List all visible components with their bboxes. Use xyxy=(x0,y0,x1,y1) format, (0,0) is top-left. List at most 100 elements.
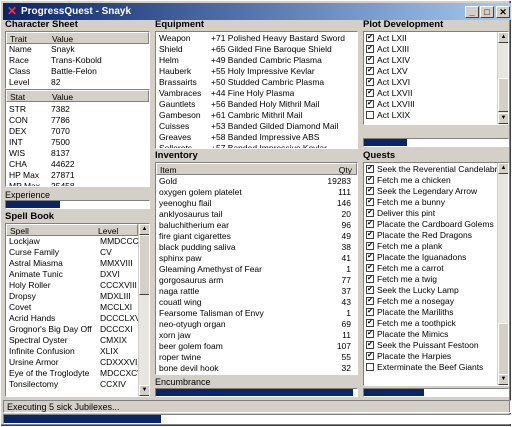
checkbox[interactable]: ✔ xyxy=(366,297,374,305)
qty-column-header[interactable]: Qty xyxy=(309,164,355,174)
table-row[interactable]: Grognor's Big Day Off DCCCXI xyxy=(6,324,138,335)
checkbox[interactable]: ✔ xyxy=(366,165,374,173)
spell-book-scrollbar[interactable]: ▲ ▼ xyxy=(138,224,149,396)
quest-item[interactable]: ✔ Seek the Lucky Lamp xyxy=(364,285,497,296)
table-row[interactable]: INT 7500 xyxy=(6,137,149,148)
quest-item[interactable]: ✔ Placate the Mariliths xyxy=(364,307,497,318)
list-item[interactable]: Greaves +58 Banded Impressive ABS xyxy=(156,132,357,143)
checkbox[interactable]: ✔ xyxy=(366,341,374,349)
table-row[interactable]: Dropsy MDXLIII xyxy=(6,291,138,302)
table-row[interactable]: fire giant cigarettes 49 xyxy=(156,231,357,242)
scroll-thumb[interactable] xyxy=(498,78,508,112)
table-row[interactable]: bone devil hook 32 xyxy=(156,363,357,374)
spell-column-header[interactable]: Spell xyxy=(7,225,95,235)
plot-scrollbar[interactable]: ▲ ▼ xyxy=(497,32,508,124)
level-column-header[interactable]: Level xyxy=(95,225,118,235)
checkbox[interactable] xyxy=(366,111,374,119)
list-item[interactable]: Brassairts +50 Studded Cambric Plasma xyxy=(156,77,357,88)
checkbox[interactable] xyxy=(366,363,374,371)
traits-table[interactable]: Trait Value Name Snayk Race Trans-Kobold Clas… xyxy=(5,31,150,89)
quest-item[interactable]: ✔ Fetch me a twig xyxy=(364,274,497,285)
table-row[interactable]: neo-otyugh organ 69 xyxy=(156,319,357,330)
list-item[interactable]: Gauntlets +56 Banded Holy Mithril Mail xyxy=(156,99,357,110)
quest-item[interactable]: ✔ Seek the Reverential Candelabra xyxy=(364,164,497,175)
list-item[interactable]: Vambraces +44 Fine Holy Plasma xyxy=(156,88,357,99)
table-row[interactable]: Tonsilectomy CCXIV xyxy=(6,379,138,390)
checkbox[interactable]: ✔ xyxy=(366,100,374,108)
table-row[interactable]: sphinx paw 41 xyxy=(156,253,357,264)
quest-item[interactable]: ✔ Deliver this pint xyxy=(364,208,497,219)
plot-act-item[interactable]: ✔ Act LXV xyxy=(364,66,497,77)
checkbox[interactable]: ✔ xyxy=(366,67,374,75)
table-row[interactable]: baluchitherium ear 96 xyxy=(156,220,357,231)
quest-item[interactable]: ✔ Placate the Red Dragons xyxy=(364,230,497,241)
plot-act-item[interactable]: Act LXIX xyxy=(364,110,497,121)
close-button[interactable]: ✕ xyxy=(496,6,510,18)
table-row[interactable]: WIS 8137 xyxy=(6,148,149,159)
checkbox[interactable]: ✔ xyxy=(366,89,374,97)
table-row[interactable]: Gold 19283 xyxy=(156,176,357,187)
quest-item[interactable]: ✔ Fetch me a carrot xyxy=(364,263,497,274)
trait-column-header[interactable]: Trait xyxy=(7,33,49,43)
list-item[interactable]: Gambeson +61 Cambric Mithril Mail xyxy=(156,110,357,121)
table-row[interactable]: couatl wing 43 xyxy=(156,297,357,308)
table-row[interactable]: Fearsome Talisman of Envy 1 xyxy=(156,308,357,319)
table-row[interactable]: roper twine 55 xyxy=(156,352,357,363)
table-row[interactable]: Infinite Confusion XLIX xyxy=(6,346,138,357)
checkbox[interactable]: ✔ xyxy=(366,34,374,42)
plot-act-list[interactable]: ✔ Act LXII ✔ Act LXIII ✔ Act LXIV ✔ Act LXV ✔ Act… xyxy=(363,31,509,125)
table-row[interactable]: Holy Roller CCCXVIII xyxy=(6,280,138,291)
minimize-button[interactable]: _ xyxy=(465,6,479,18)
scroll-down-button[interactable]: ▼ xyxy=(139,385,149,396)
plot-act-item[interactable]: ✔ Act LXVIII xyxy=(364,99,497,110)
checkbox[interactable]: ✔ xyxy=(366,330,374,338)
checkbox[interactable]: ✔ xyxy=(366,78,374,86)
stats-table[interactable]: Stat Value STR 7382 CON 7786 DEX 7070 INT 7500 WI… xyxy=(5,89,150,187)
table-row[interactable]: Spectral Oyster CMXIX xyxy=(6,335,138,346)
table-row[interactable]: CON 7786 xyxy=(6,115,149,126)
checkbox[interactable]: ✔ xyxy=(366,231,374,239)
table-row[interactable]: DEX 7070 xyxy=(6,126,149,137)
title-bar[interactable]: ✕ ProgressQuest - Snayk _ □ ✕ xyxy=(3,3,511,20)
equipment-list[interactable]: Weapon +71 Polished Heavy Bastard Sword Sh… xyxy=(155,31,358,149)
checkbox[interactable]: ✔ xyxy=(366,242,374,250)
table-row[interactable]: black pudding saliva 38 xyxy=(156,242,357,253)
table-row[interactable]: MP Max 25458 xyxy=(6,181,149,186)
checkbox[interactable]: ✔ xyxy=(366,319,374,327)
quest-item[interactable]: ✔ Fetch me a toothpick xyxy=(364,318,497,329)
table-row[interactable]: HP Max 27871 xyxy=(6,170,149,181)
table-row[interactable]: oxygen golem platelet 111 xyxy=(156,187,357,198)
list-item[interactable]: Helm +49 Banded Cambric Plasma xyxy=(156,55,357,66)
scroll-up-button[interactable]: ▲ xyxy=(498,163,508,174)
table-row[interactable]: gorgosaurus arm 77 xyxy=(156,275,357,286)
scroll-thumb[interactable] xyxy=(498,323,508,375)
plot-act-item[interactable]: ✔ Act LXIV xyxy=(364,55,497,66)
table-row[interactable]: Animate Tunic DXVI xyxy=(6,269,138,280)
plot-act-item[interactable]: ✔ Act LXII xyxy=(364,33,497,44)
table-row[interactable]: STR 7382 xyxy=(6,104,149,115)
table-row[interactable]: CHA 44622 xyxy=(6,159,149,170)
table-row[interactable]: Covet MCCLXI xyxy=(6,302,138,313)
table-row[interactable]: Class Battle-Felon xyxy=(6,66,149,77)
quest-item[interactable]: ✔ Placate the Cardboard Golems xyxy=(364,219,497,230)
inventory-table[interactable]: Item Qty Gold 19283 oxygen golem platelet 11… xyxy=(155,162,358,375)
quest-item[interactable]: ✔ Fetch me a chicken xyxy=(364,175,497,186)
checkbox[interactable]: ✔ xyxy=(366,56,374,64)
table-row[interactable]: tyranosaurus rex forearm101 xyxy=(156,374,357,375)
list-item[interactable]: Weapon +71 Polished Heavy Bastard Sword xyxy=(156,33,357,44)
checkbox[interactable]: ✔ xyxy=(366,352,374,360)
quest-item[interactable]: ✔ Fetch me a nosegay xyxy=(364,296,497,307)
checkbox[interactable]: ✔ xyxy=(366,253,374,261)
list-item[interactable]: Cuisses +53 Banded Gilded Diamond Mail xyxy=(156,121,357,132)
item-column-header[interactable]: Item xyxy=(157,164,309,174)
checkbox[interactable]: ✔ xyxy=(366,209,374,217)
quest-item[interactable]: ✔ Placate the Iguanadons xyxy=(364,252,497,263)
scroll-up-button[interactable]: ▲ xyxy=(139,224,149,235)
table-row[interactable]: Ursine Armor CDXXXVI xyxy=(6,357,138,368)
quest-item[interactable]: ✔ Fetch me a bunny xyxy=(364,197,497,208)
scroll-up-button[interactable]: ▲ xyxy=(498,32,508,43)
quest-item[interactable]: ✔ Fetch me a plank xyxy=(364,241,497,252)
scroll-down-button[interactable]: ▼ xyxy=(498,374,508,385)
table-row[interactable]: beer golem foam 107 xyxy=(156,341,357,352)
stat-value-column-header[interactable]: Value xyxy=(49,91,73,101)
